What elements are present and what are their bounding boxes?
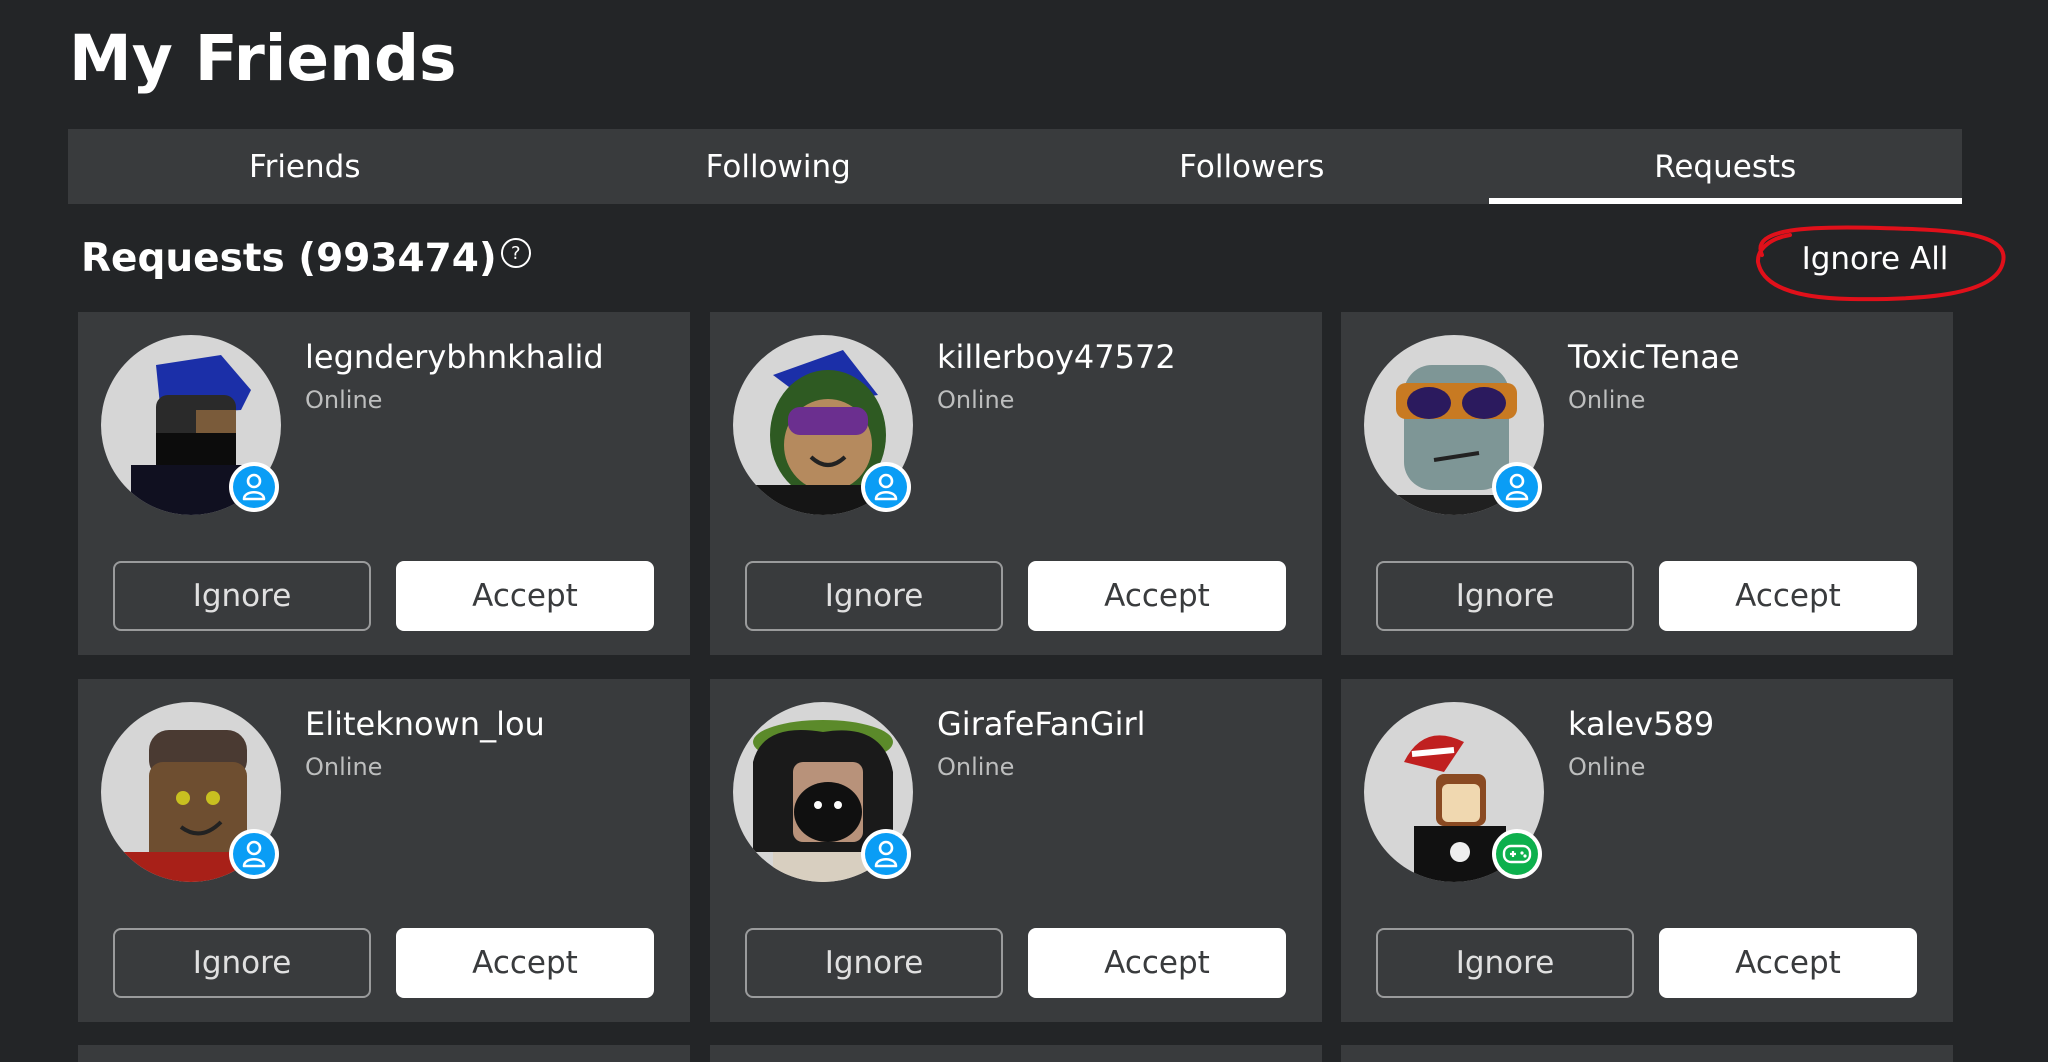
game-controller-icon bbox=[1492, 829, 1542, 879]
accept-button[interactable]: Accept bbox=[1659, 928, 1917, 998]
requests-header: Requests (993474) ? bbox=[81, 236, 531, 281]
tab-label: Followers bbox=[1179, 148, 1325, 185]
ignore-button[interactable]: Ignore bbox=[745, 561, 1003, 631]
request-card: GirafeFanGirl Online Ignore Accept bbox=[710, 679, 1322, 1022]
request-card-partial bbox=[710, 1045, 1322, 1062]
request-card: killerboy47572 Online Ignore Accept bbox=[710, 312, 1322, 655]
status-text: Online bbox=[937, 386, 1015, 414]
request-card-partial bbox=[78, 1045, 690, 1062]
status-text: Online bbox=[937, 753, 1015, 781]
tab-followers[interactable]: Followers bbox=[1015, 129, 1489, 204]
user-icon bbox=[229, 462, 279, 512]
accept-button[interactable]: Accept bbox=[396, 928, 654, 998]
request-card: legnderybhnkhalid Online Ignore Accept bbox=[78, 312, 690, 655]
user-icon bbox=[861, 462, 911, 512]
user-icon bbox=[229, 829, 279, 879]
username[interactable]: ToxicTenae bbox=[1568, 338, 1740, 376]
username[interactable]: Eliteknown_lou bbox=[305, 705, 545, 743]
accept-button[interactable]: Accept bbox=[1028, 561, 1286, 631]
ignore-button[interactable]: Ignore bbox=[1376, 928, 1634, 998]
tab-label: Friends bbox=[249, 148, 361, 185]
username[interactable]: GirafeFanGirl bbox=[937, 705, 1146, 743]
tab-label: Requests bbox=[1654, 148, 1797, 185]
page-title: My Friends bbox=[69, 22, 457, 95]
request-card-partial bbox=[1341, 1045, 1953, 1062]
tab-label: Following bbox=[705, 148, 851, 185]
requests-title: Requests (993474) bbox=[81, 236, 497, 281]
user-icon bbox=[861, 829, 911, 879]
ignore-all-button[interactable]: Ignore All bbox=[1780, 233, 1970, 285]
request-card: Eliteknown_lou Online Ignore Accept bbox=[78, 679, 690, 1022]
status-text: Online bbox=[305, 386, 383, 414]
request-card: kalev589 Online Ignore Accept bbox=[1341, 679, 1953, 1022]
status-text: Online bbox=[1568, 753, 1646, 781]
tab-bar: Friends Following Followers Requests bbox=[68, 129, 1962, 204]
tab-friends[interactable]: Friends bbox=[68, 129, 542, 204]
help-icon[interactable]: ? bbox=[500, 238, 531, 268]
status-text: Online bbox=[1568, 386, 1646, 414]
status-text: Online bbox=[305, 753, 383, 781]
ignore-button[interactable]: Ignore bbox=[113, 928, 371, 998]
username[interactable]: legnderybhnkhalid bbox=[305, 338, 604, 376]
username[interactable]: kalev589 bbox=[1568, 705, 1714, 743]
accept-button[interactable]: Accept bbox=[1028, 928, 1286, 998]
tab-requests[interactable]: Requests bbox=[1488, 129, 1963, 204]
ignore-button[interactable]: Ignore bbox=[1376, 561, 1634, 631]
request-card: ToxicTenae Online Ignore Accept bbox=[1341, 312, 1953, 655]
username[interactable]: killerboy47572 bbox=[937, 338, 1176, 376]
ignore-button[interactable]: Ignore bbox=[745, 928, 1003, 998]
accept-button[interactable]: Accept bbox=[396, 561, 654, 631]
ignore-button[interactable]: Ignore bbox=[113, 561, 371, 631]
tab-following[interactable]: Following bbox=[542, 129, 1016, 204]
accept-button[interactable]: Accept bbox=[1659, 561, 1917, 631]
user-icon bbox=[1492, 462, 1542, 512]
